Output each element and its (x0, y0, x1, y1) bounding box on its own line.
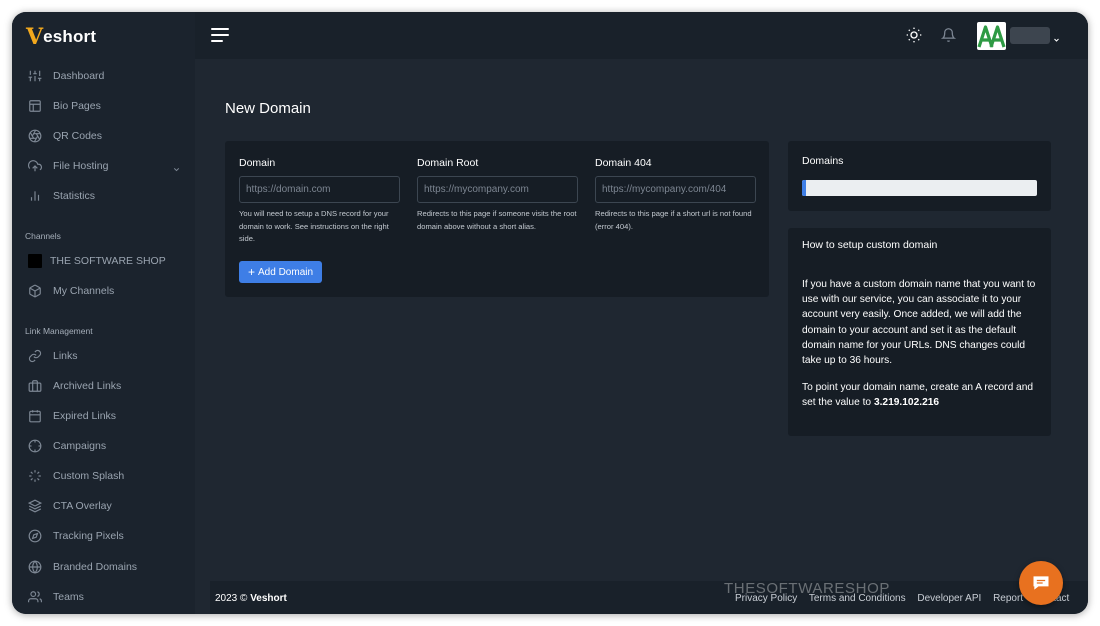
domain-help-text: You will need to setup a DNS record for … (239, 209, 389, 243)
footer-link-report[interactable]: Report (993, 593, 1023, 604)
logo[interactable]: Veshort (26, 26, 96, 48)
sidebar-item-bio-pages[interactable]: Bio Pages (12, 93, 195, 119)
sidebar-item-teams[interactable]: Teams (12, 584, 195, 610)
watermark: THESOFTWARESHOP (724, 580, 890, 597)
sidebar-item-custom-splash[interactable]: Custom Splash (12, 463, 195, 489)
copyright: 2023 © Veshort (215, 593, 287, 604)
howto-card: How to setup custom domain If you have a… (788, 228, 1051, 436)
sidebar-item-label: Archived Links (53, 380, 122, 392)
upload-cloud-icon (28, 159, 42, 173)
domain-404-label: Domain 404 (595, 157, 652, 169)
sidebar-item-label: Custom Splash (53, 470, 125, 482)
sidebar: Veshort Dashboard Bio Pages QR Codes Fil… (12, 12, 195, 614)
sidebar-item-label: Teams (53, 591, 84, 603)
domains-card: Domains (788, 141, 1051, 211)
sun-icon[interactable] (906, 27, 922, 43)
domain-input[interactable] (239, 176, 400, 203)
select-highlight (802, 180, 806, 196)
howto-title: How to setup custom domain (802, 239, 938, 251)
sidebar-item-statistics[interactable]: Statistics (12, 183, 195, 209)
loader-icon (28, 469, 42, 483)
copyright-year: 2023 © (215, 593, 248, 604)
globe-icon (28, 560, 42, 574)
domain-label: Domain (239, 157, 276, 169)
sidebar-item-label: Branded Domains (53, 561, 138, 573)
domains-select[interactable] (802, 180, 1037, 196)
sidebar-item-qr-codes[interactable]: QR Codes (12, 123, 195, 149)
channel-color-icon (28, 254, 42, 268)
new-domain-form-card: Domain You will need to setup a DNS reco… (225, 141, 769, 297)
sidebar-item-label: Tracking Pixels (53, 530, 124, 542)
sidebar-item-label: Bio Pages (53, 100, 101, 112)
sidebar-section-channels: Channels (25, 231, 61, 241)
sidebar-item-label: Campaigns (53, 440, 107, 452)
layers-icon (28, 499, 42, 513)
sidebar-item-file-hosting[interactable]: File Hosting (12, 153, 195, 179)
briefcase-icon (28, 379, 42, 393)
aperture-icon (28, 129, 42, 143)
add-domain-label: Add Domain (258, 266, 314, 278)
sidebar-item-archived-links[interactable]: Archived Links (12, 373, 195, 399)
sidebar-item-label: Links (53, 350, 78, 362)
bar-chart-icon (28, 189, 42, 203)
sidebar-item-label: File Hosting (53, 160, 109, 172)
main-content: New Domain Domain You will need to setup… (210, 59, 1088, 581)
howto-dns-paragraph: To point your domain name, create an A r… (802, 380, 1042, 410)
domain-root-help-text: Redirects to this page if someone visits… (417, 209, 577, 231)
domain-404-help-text: Redirects to this page if a short url is… (595, 209, 752, 231)
sidebar-item-label: CTA Overlay (53, 500, 112, 512)
howto-paragraph: If you have a custom domain name that yo… (802, 279, 1036, 367)
menu-icon[interactable] (211, 28, 229, 42)
sidebar-item-label: QR Codes (53, 130, 103, 142)
sliders-icon (28, 69, 42, 83)
sidebar-item-my-channels[interactable]: My Channels (12, 278, 195, 304)
page-title: New Domain (225, 100, 311, 117)
footer: 2023 © Veshort Privacy Policy Terms and … (210, 581, 1088, 614)
logo-text: eshort (43, 27, 97, 46)
domain-root-label: Domain Root (417, 157, 479, 169)
chevron-down-icon (172, 161, 181, 172)
sidebar-item-dashboard[interactable]: Dashboard (12, 63, 195, 89)
user-name[interactable]: S (1010, 27, 1050, 44)
calendar-icon (28, 409, 42, 423)
footer-link-developer-api[interactable]: Developer API (917, 593, 981, 604)
layout-icon (28, 99, 42, 113)
sidebar-item-links[interactable]: Links (12, 343, 195, 369)
top-bar: S (195, 12, 1088, 59)
sidebar-item-label: THE SOFTWARE SHOP (50, 255, 166, 267)
ip-address: 3.219.102.216 (873, 397, 940, 409)
bell-icon[interactable] (940, 27, 957, 43)
chevron-down-icon[interactable] (1052, 31, 1061, 42)
domains-title: Domains (802, 155, 844, 167)
sidebar-item-label: My Channels (53, 285, 115, 297)
sidebar-item-branded-domains[interactable]: Branded Domains (12, 554, 195, 580)
sidebar-item-cta-overlay[interactable]: CTA Overlay (12, 493, 195, 519)
crosshair-icon (28, 439, 42, 453)
sidebar-item-label: Expired Links (53, 410, 117, 422)
domain-404-input[interactable] (595, 176, 756, 203)
sidebar-item-label: Statistics (53, 190, 96, 202)
app-window: Veshort Dashboard Bio Pages QR Codes Fil… (12, 12, 1088, 614)
add-domain-button[interactable]: + Add Domain (239, 261, 323, 283)
link-icon (28, 349, 42, 363)
box-icon (28, 284, 42, 298)
chat-icon (1033, 576, 1049, 590)
footer-brand: Veshort (250, 593, 287, 604)
chat-button[interactable] (1019, 561, 1063, 605)
sidebar-item-label: Dashboard (53, 70, 105, 82)
sidebar-item-expired-links[interactable]: Expired Links (12, 403, 195, 429)
sidebar-item-channel-software-shop[interactable]: THE SOFTWARE SHOP (12, 248, 195, 274)
sidebar-section-link-management: Link Management (25, 326, 93, 336)
sidebar-item-campaigns[interactable]: Campaigns (12, 433, 195, 459)
avatar[interactable] (977, 22, 1006, 50)
plus-icon: + (248, 265, 256, 279)
logo-initial: V (26, 24, 44, 50)
users-icon (28, 590, 42, 604)
avatar-logo-icon (977, 25, 1006, 48)
compass-icon (28, 529, 42, 543)
domain-root-input[interactable] (417, 176, 578, 203)
sidebar-item-tracking-pixels[interactable]: Tracking Pixels (12, 523, 195, 549)
